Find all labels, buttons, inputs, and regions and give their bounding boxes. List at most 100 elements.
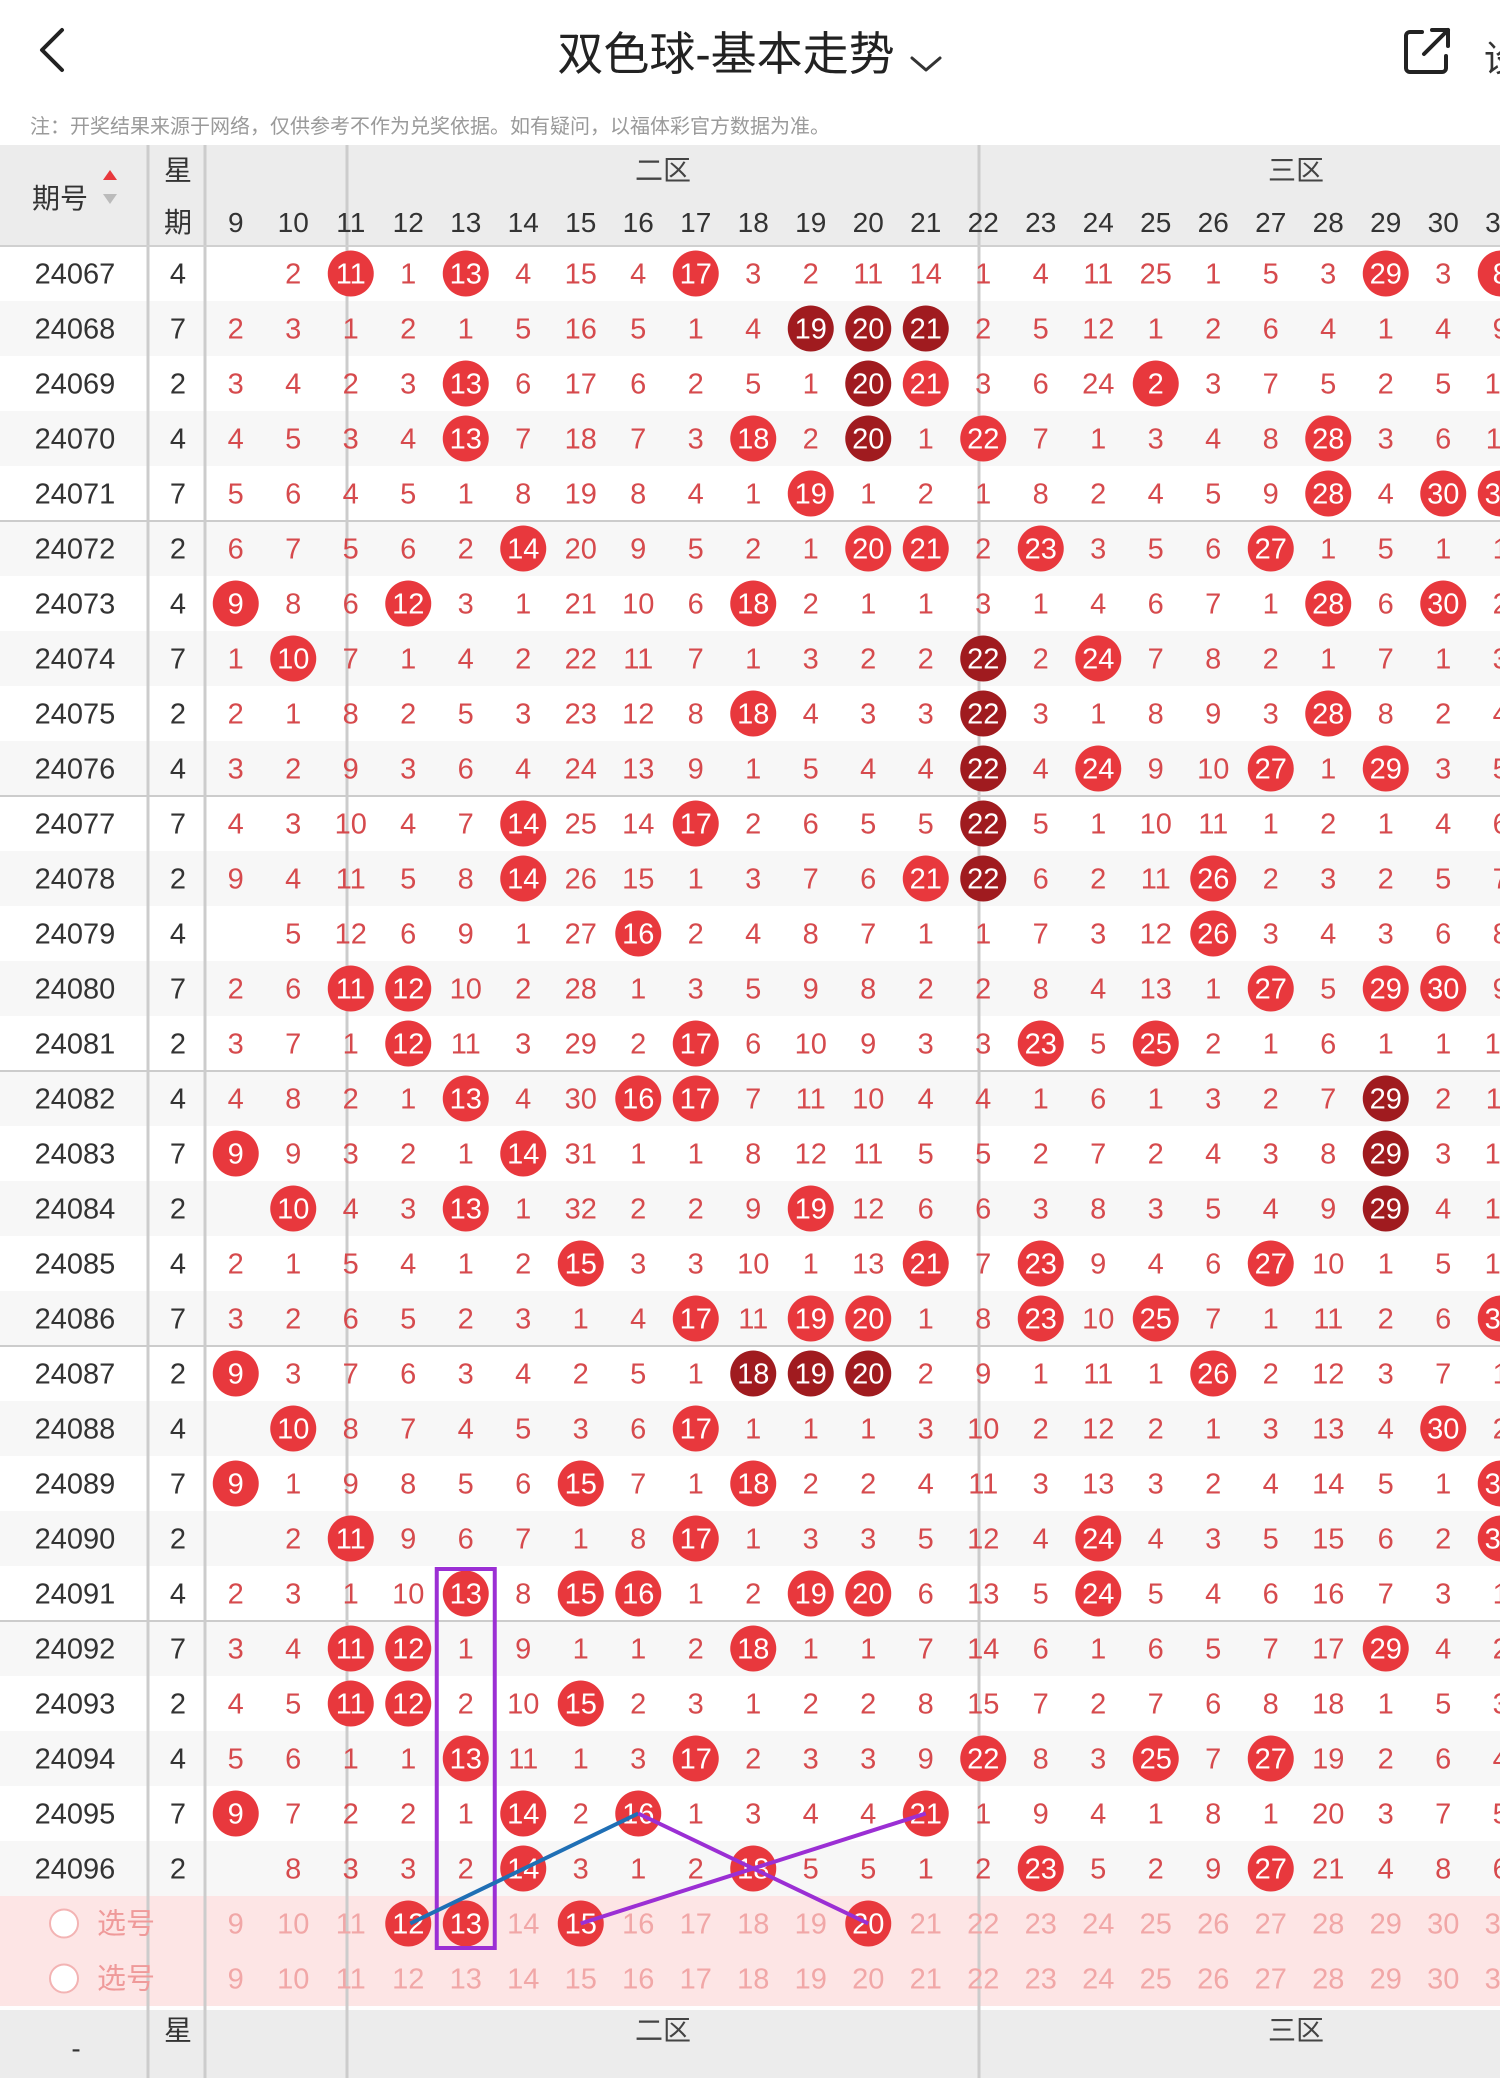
selectable-number[interactable]: 12 <box>392 1964 424 1996</box>
selectable-number[interactable]: 28 <box>1312 1964 1344 1996</box>
drawn-ball-number: 30 <box>1427 1414 1459 1446</box>
selectable-number[interactable]: 18 <box>737 1909 769 1941</box>
selectable-number[interactable]: 21 <box>910 1909 942 1941</box>
omission-value: 1 <box>400 644 416 676</box>
omission-value: 2 <box>918 1359 934 1391</box>
selectable-number[interactable]: 31 <box>1485 1964 1500 1996</box>
zone3-header: 三区 <box>1268 155 1324 186</box>
omission-value: 3 <box>228 754 244 786</box>
selectable-number[interactable]: 17 <box>680 1964 712 1996</box>
omission-value: 3 <box>1378 424 1394 456</box>
selectable-number[interactable]: 13 <box>450 1964 482 1996</box>
selectable-number[interactable]: 10 <box>277 1964 309 1996</box>
selected-ball-number[interactable]: 15 <box>565 1909 597 1941</box>
omission-value: 3 <box>688 1249 704 1281</box>
selectable-number[interactable]: 25 <box>1140 1964 1172 1996</box>
selectable-number[interactable]: 22 <box>967 1964 999 1996</box>
omission-value: 5 <box>745 974 761 1006</box>
selectable-number[interactable]: 14 <box>507 1964 539 1996</box>
selectable-number[interactable]: 16 <box>622 1909 654 1941</box>
omission-value: 1 <box>860 589 876 621</box>
omission-value: 4 <box>228 1689 244 1721</box>
selectable-number[interactable]: 11 <box>336 1964 366 1996</box>
select-label[interactable]: 选号 <box>97 1963 155 1996</box>
selectable-number[interactable]: 9 <box>228 1909 244 1941</box>
omission-value: 12 <box>622 699 654 731</box>
selectable-number[interactable]: 17 <box>680 1909 712 1941</box>
selectable-number[interactable]: 18 <box>737 1964 769 1996</box>
selectable-number[interactable]: 27 <box>1255 1964 1287 1996</box>
omission-value: 6 <box>975 1194 991 1226</box>
omission-value: 11 <box>796 1084 826 1116</box>
selectable-number[interactable]: 25 <box>1140 1909 1172 1941</box>
omission-value: 3 <box>228 1029 244 1061</box>
drawn-ball-number: 27 <box>1255 1744 1287 1776</box>
omission-value: 1 <box>1263 1029 1279 1061</box>
selectable-number[interactable]: 28 <box>1312 1909 1344 1941</box>
omission-value: 9 <box>745 1194 761 1226</box>
selectable-number[interactable]: 16 <box>622 1964 654 1996</box>
selectable-number[interactable]: 11 <box>336 1909 366 1941</box>
weekday-cell: 4 <box>170 754 186 786</box>
omission-value: 9 <box>400 1524 416 1556</box>
omission-value: 2 <box>860 1469 876 1501</box>
omission-value: 5 <box>1435 369 1451 401</box>
selectable-number[interactable]: 30 <box>1427 1909 1459 1941</box>
omission-value: 6 <box>343 1304 359 1336</box>
omission-value: 5 <box>745 369 761 401</box>
omission-value: 11 <box>738 1304 768 1336</box>
select-label[interactable]: 选号 <box>97 1908 155 1941</box>
omission-value: 10 <box>967 1414 999 1446</box>
omission-value: 3 <box>1435 754 1451 786</box>
select-radio[interactable] <box>49 1908 79 1939</box>
omission-value: 1 <box>745 1524 761 1556</box>
selectable-number[interactable]: 22 <box>967 1909 999 1941</box>
omission-value: 8 <box>1205 1799 1221 1831</box>
selectable-number[interactable]: 24 <box>1082 1909 1114 1941</box>
selected-ball-number[interactable]: 20 <box>852 1909 884 1941</box>
omission-value: 1 <box>573 1304 589 1336</box>
selectable-number[interactable]: 15 <box>565 1964 597 1996</box>
period-cell: 24078 <box>35 864 116 896</box>
selectable-number[interactable]: 10 <box>277 1909 309 1941</box>
select-radio[interactable] <box>49 1963 79 1994</box>
period-header[interactable]: 期号 <box>32 183 88 214</box>
drawn-ball-number: 19 <box>795 314 827 346</box>
selectable-number[interactable]: 26 <box>1197 1909 1229 1941</box>
selectable-number[interactable]: 9 <box>228 1964 244 1996</box>
selectable-number[interactable]: 19 <box>795 1909 827 1941</box>
selected-ball-number[interactable]: 13 <box>450 1909 482 1941</box>
selectable-number[interactable]: 21 <box>910 1964 942 1996</box>
omission-value: 7 <box>1205 1744 1221 1776</box>
omission-value: 2 <box>688 1634 704 1666</box>
period-cell: 24075 <box>35 699 116 731</box>
selected-ball-number[interactable]: 12 <box>392 1909 424 1941</box>
omission-value: 2 <box>1378 369 1394 401</box>
selectable-number[interactable]: 24 <box>1082 1964 1114 1996</box>
selectable-number[interactable]: 29 <box>1370 1964 1402 1996</box>
drawn-ball-number: 31 <box>1485 1524 1500 1556</box>
omission-value: 3 <box>515 1304 531 1336</box>
omission-value: 4 <box>918 754 934 786</box>
selectable-number[interactable]: 14 <box>507 1909 539 1941</box>
selectable-number[interactable]: 23 <box>1025 1909 1057 1941</box>
drawn-ball-number: 9 <box>228 1359 244 1391</box>
omission-value: 5 <box>1435 864 1451 896</box>
omission-value: 8 <box>458 864 474 896</box>
selectable-number[interactable]: 20 <box>852 1964 884 1996</box>
omission-value: 5 <box>1493 754 1500 786</box>
selectable-number[interactable]: 23 <box>1025 1964 1057 1996</box>
omission-value: 2 <box>343 369 359 401</box>
omission-value: 2 <box>285 259 301 291</box>
omission-value: 12 <box>795 1139 827 1171</box>
selectable-number[interactable]: 30 <box>1427 1964 1459 1996</box>
selectable-number[interactable]: 29 <box>1370 1909 1402 1941</box>
omission-value: 5 <box>1378 1469 1394 1501</box>
omission-value: 1 <box>688 1139 704 1171</box>
selectable-number[interactable]: 27 <box>1255 1909 1287 1941</box>
selectable-number[interactable]: 31 <box>1485 1909 1500 1941</box>
selectable-number[interactable]: 26 <box>1197 1964 1229 1996</box>
omission-value: 2 <box>1378 864 1394 896</box>
omission-value: 6 <box>745 1029 761 1061</box>
selectable-number[interactable]: 19 <box>795 1964 827 1996</box>
